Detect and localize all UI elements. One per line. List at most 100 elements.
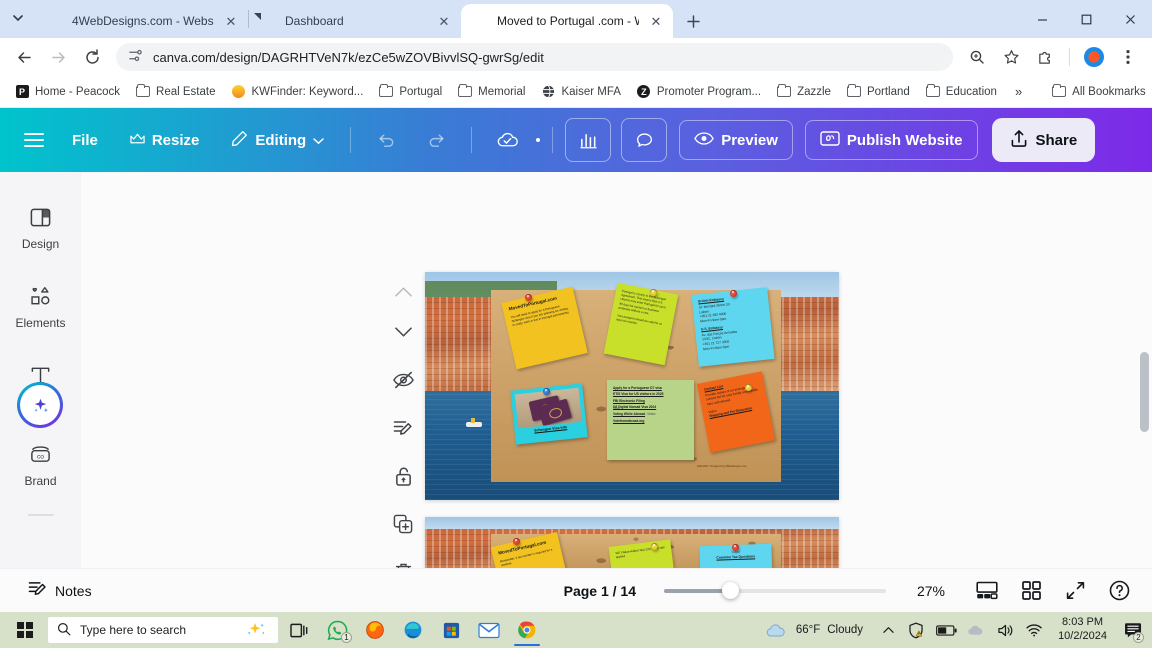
close-window-button[interactable] [1108, 4, 1152, 34]
sparkle-icon[interactable] [243, 621, 269, 640]
bookmarks-overflow-button[interactable]: » [1008, 81, 1029, 102]
new-tab-button[interactable] [679, 7, 707, 35]
sticky-note-embassies[interactable]: British Embassy St. Bernard Street 33 Li… [691, 287, 775, 367]
editing-mode-button[interactable]: Editing [217, 120, 338, 160]
chrome-menu-icon[interactable] [1112, 41, 1144, 73]
thumbnails-icon[interactable] [1014, 574, 1048, 608]
weather-temp[interactable]: 66°F [796, 624, 820, 636]
url-text[interactable]: canva.com/design/DAGRHTVeN7k/ezCe5wZOVBi… [153, 50, 941, 65]
firefox-icon[interactable] [358, 614, 392, 646]
undo-button[interactable] [363, 118, 409, 162]
address-bar[interactable]: canva.com/design/DAGRHTVeN7k/ezCe5wZOVBi… [116, 43, 953, 71]
tab-title: 4WebDesigns.com - Website - C [72, 14, 214, 28]
sidebar-item-design[interactable]: Design [8, 194, 74, 255]
page-indicator[interactable]: Page 1 / 14 [564, 583, 636, 599]
sidebar-item-brand[interactable]: co Brand [8, 431, 74, 492]
search-input[interactable]: Type here to search [48, 617, 278, 643]
minimize-button[interactable] [1020, 4, 1064, 34]
resize-button[interactable]: Resize [116, 120, 214, 160]
onedrive-icon[interactable] [965, 614, 987, 646]
bookmark-kaiser-mfa[interactable]: Kaiser MFA [534, 82, 627, 102]
zoom-icon[interactable] [961, 41, 993, 73]
wifi-icon[interactable] [1023, 614, 1045, 646]
extensions-icon[interactable] [1029, 41, 1061, 73]
bookmark-portugal[interactable]: Portugal [372, 82, 449, 102]
system-tray: 66°F Cloudy 8:03 PM 10/2/2024 2 [763, 614, 1146, 646]
link-votefromabroad[interactable]: Votefromabroad.org [613, 418, 688, 424]
cloud-check-icon[interactable] [484, 118, 530, 162]
zoom-level[interactable]: 27% [910, 583, 952, 599]
bookmark-portland[interactable]: Portland [840, 82, 917, 102]
site-settings-icon[interactable] [128, 48, 143, 66]
help-icon[interactable] [1102, 574, 1136, 608]
sidebar-item-elements[interactable]: Elements [8, 273, 74, 334]
preview-button[interactable]: Preview [679, 120, 793, 160]
edge-icon[interactable] [396, 614, 430, 646]
task-view-icon[interactable] [282, 614, 316, 646]
browser-tab-1[interactable]: 4WebDesigns.com - Website - C ✕ [36, 4, 248, 38]
bookmark-zazzle[interactable]: Zazzle [770, 82, 838, 102]
forward-button[interactable] [42, 41, 74, 73]
taskbar-clock[interactable]: 8:03 PM 10/2/2024 [1058, 616, 1107, 644]
bookmark-home-peacock[interactable]: P Home - Peacock [8, 82, 127, 102]
fullscreen-icon[interactable] [1058, 574, 1092, 608]
canvas-area[interactable]: MovedToPortugal.com You will need to app… [81, 172, 1152, 612]
security-warning-icon[interactable] [905, 614, 927, 646]
microsoft-store-icon[interactable] [434, 614, 468, 646]
file-menu-button[interactable]: File [58, 120, 112, 160]
comments-button[interactable] [621, 118, 668, 162]
notes-button[interactable]: Notes [16, 574, 104, 607]
search-placeholder: Type here to search [80, 623, 187, 637]
insights-button[interactable] [565, 118, 612, 162]
sticky-note-links[interactable]: Apply for a Portuguese D7 visa ETIS Visa… [607, 380, 694, 460]
bookmark-label: Portugal [399, 85, 443, 98]
whatsapp-icon[interactable]: 1 [320, 614, 354, 646]
close-icon[interactable]: ✕ [222, 15, 240, 28]
back-button[interactable] [8, 41, 40, 73]
maximize-button[interactable] [1064, 4, 1108, 34]
publish-website-button[interactable]: Publish Website [804, 120, 978, 160]
bookmark-star-icon[interactable] [995, 41, 1027, 73]
notification-icon[interactable]: 2 [1120, 614, 1146, 646]
globe-icon [541, 85, 555, 99]
show-hidden-icons[interactable] [878, 614, 898, 646]
hamburger-icon[interactable] [14, 120, 54, 160]
bookmark-real-estate[interactable]: Real Estate [129, 82, 222, 102]
volume-icon[interactable] [994, 614, 1016, 646]
notes-icon[interactable] [383, 408, 423, 448]
zoom-slider[interactable] [664, 582, 886, 599]
sticky-note-contact-list[interactable]: Contact List Provide copies of an emerge… [696, 371, 776, 453]
bookmark-promoter-program[interactable]: Z Promoter Program... [630, 82, 768, 102]
lock-icon[interactable] [383, 456, 423, 496]
share-button[interactable]: Share [991, 118, 1096, 162]
chrome-icon[interactable] [510, 614, 544, 646]
browser-tab-3[interactable]: Moved to Portugal .com - Webs ✕ [461, 4, 673, 38]
all-bookmarks-button[interactable]: All Bookmarks [1045, 82, 1152, 102]
bookmark-memorial[interactable]: Memorial [451, 82, 532, 102]
link-voting-abroad[interactable]: Voting While Abroad [613, 412, 645, 416]
profile-avatar[interactable] [1078, 41, 1110, 73]
battery-icon[interactable] [934, 614, 958, 646]
bookmark-kwfinder[interactable]: KWFinder: Keyword... [224, 82, 370, 102]
reload-button[interactable] [76, 41, 108, 73]
design-page-1[interactable]: MovedToPortugal.com You will need to app… [425, 272, 839, 500]
magic-sparkle-icon[interactable] [17, 382, 63, 428]
tab-search-button[interactable] [0, 0, 36, 38]
move-up-icon[interactable] [383, 272, 423, 312]
slider-knob[interactable] [721, 582, 739, 599]
close-icon[interactable]: ✕ [647, 15, 665, 28]
link-common-tax-questions[interactable]: Common Tax Questions [706, 554, 766, 561]
bookmark-education[interactable]: Education [919, 82, 1004, 102]
weather-condition[interactable]: Cloudy [827, 624, 863, 636]
chevron-down-icon [13, 14, 23, 25]
grid-view-icon[interactable] [970, 574, 1004, 608]
hide-page-icon[interactable] [383, 360, 423, 400]
redo-button[interactable] [413, 118, 459, 162]
move-down-icon[interactable] [383, 312, 423, 352]
canvas-scrollbar[interactable] [1140, 352, 1149, 432]
close-icon[interactable]: ✕ [435, 15, 453, 28]
duplicate-page-icon[interactable] [383, 504, 423, 544]
mail-icon[interactable] [472, 614, 506, 646]
windows-logo-icon[interactable] [6, 614, 44, 646]
browser-tab-2[interactable]: Dashboard ✕ [249, 4, 461, 38]
